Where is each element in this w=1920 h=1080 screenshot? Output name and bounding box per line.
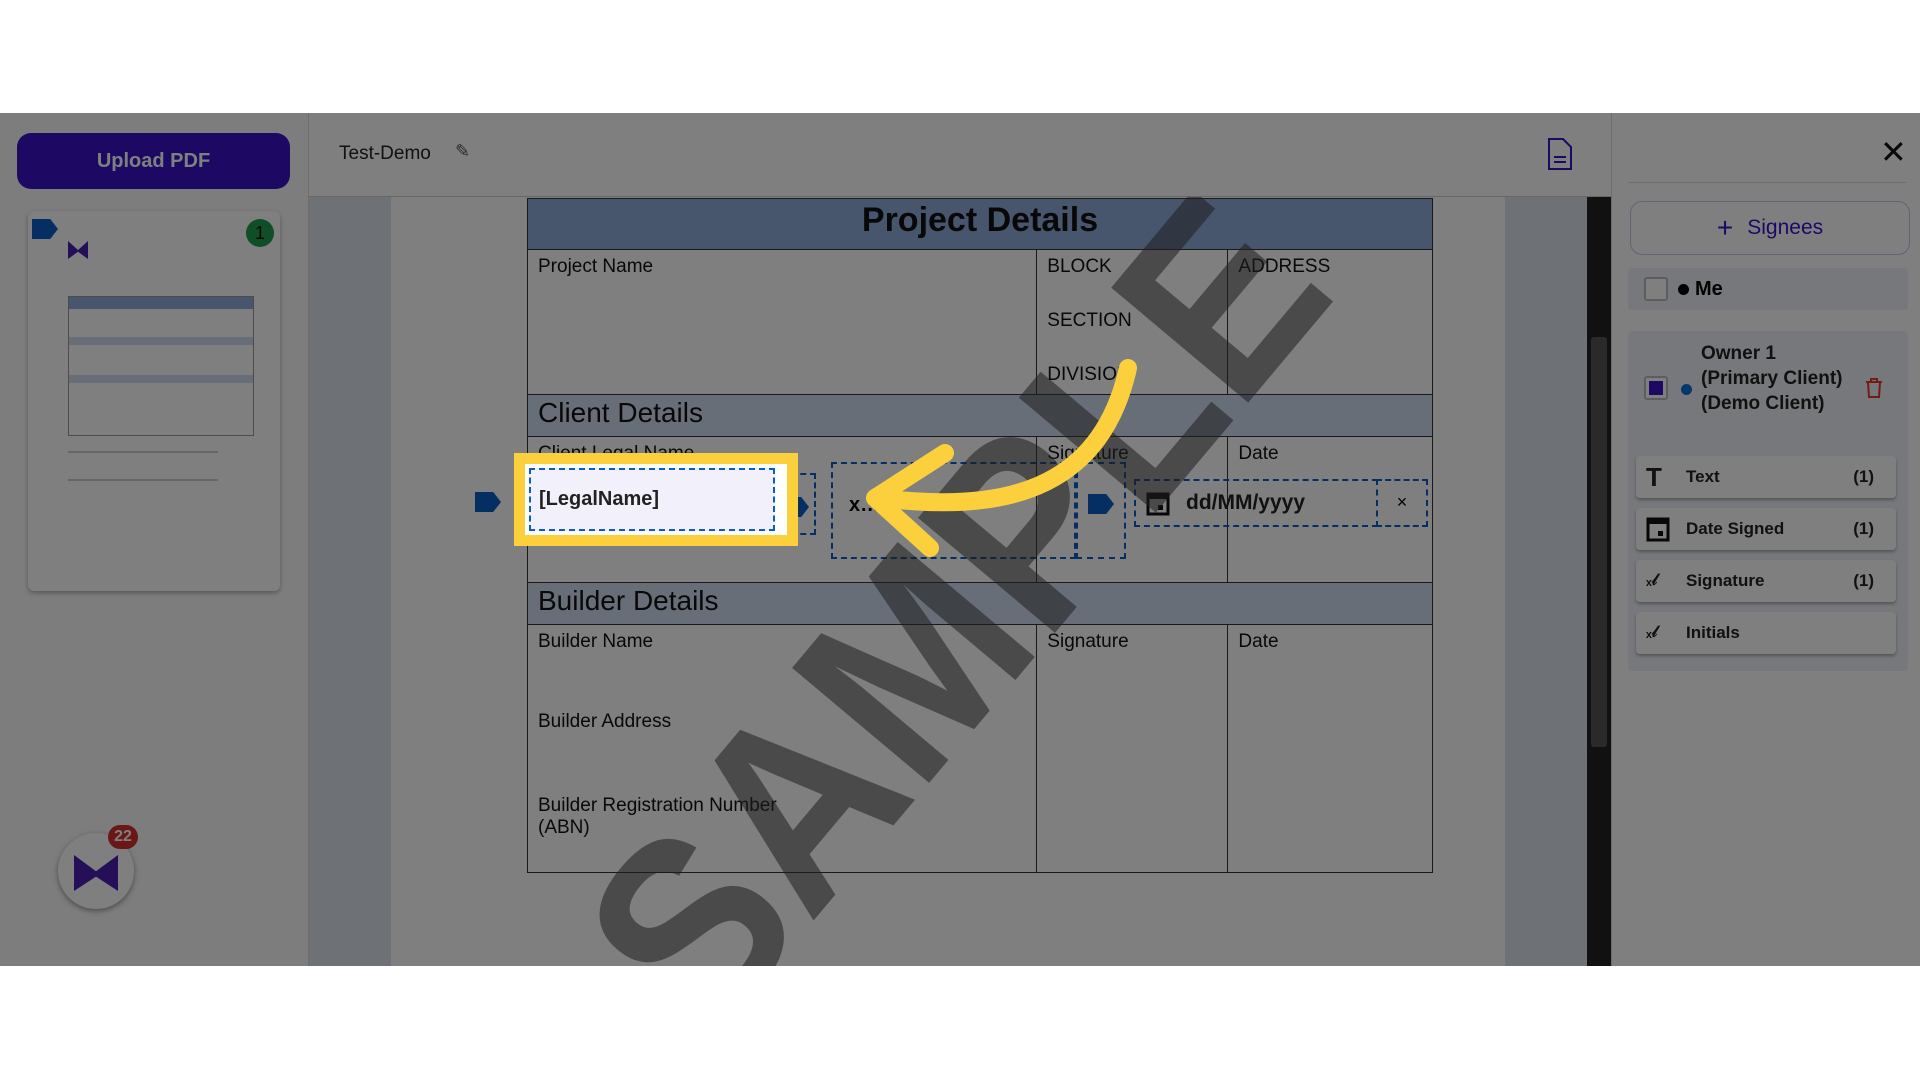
trash-icon[interactable]: [1864, 377, 1884, 399]
item-count: (1): [1853, 519, 1874, 538]
logo-icon: [68, 241, 88, 259]
add-signees-label: Signees: [1747, 216, 1824, 239]
upload-pdf-button[interactable]: Upload PDF: [17, 133, 290, 189]
page-badge: 1: [246, 219, 274, 247]
checkbox[interactable]: [1644, 376, 1668, 400]
scrollbar-thumb[interactable]: [1591, 337, 1607, 747]
app-launcher[interactable]: 22: [58, 825, 138, 909]
signee-name: Owner 1 (Primary Client) (Demo Client): [1701, 343, 1843, 414]
field-tag-icon: [475, 492, 501, 512]
pdf-page: Project Details Project Name BLOCK SECTIO…: [391, 197, 1505, 966]
item-label: Text: [1686, 467, 1720, 486]
color-dot: [1681, 384, 1692, 395]
date-field[interactable]: dd/MM/yyyy: [1134, 479, 1378, 527]
item-count: (1): [1853, 467, 1874, 486]
signees-panel: ✕ + Signees Me Owner 1 (Primary Client) (…: [1611, 113, 1920, 966]
builder-name-label: Builder Name: [538, 631, 654, 652]
plus-icon: +: [1716, 212, 1734, 243]
field-item-date-signed[interactable]: Date Signed (1): [1636, 508, 1896, 550]
edit-icon[interactable]: ✎: [455, 141, 470, 162]
document-icon[interactable]: [1547, 137, 1573, 171]
division-label: DIVISION: [1047, 364, 1131, 385]
item-label: Signature: [1686, 571, 1765, 590]
project-details-heading: Project Details: [527, 198, 1433, 250]
notification-badge: 22: [108, 825, 138, 849]
address-label: ADDRESS: [1227, 249, 1433, 395]
logo-icon: [74, 855, 118, 891]
signee-name: Me: [1695, 277, 1723, 300]
date-placeholder: dd/MM/yyyy: [1186, 491, 1306, 514]
legalname-value: [LegalName]: [539, 488, 660, 510]
header: Test-Demo ✎: [309, 113, 1611, 197]
close-icon[interactable]: ✕: [1880, 133, 1907, 171]
calendar-icon: [1646, 517, 1670, 542]
document-title: Test-Demo: [339, 143, 431, 164]
scrollbar[interactable]: [1587, 197, 1611, 966]
project-name-label: Project Name: [526, 249, 1038, 395]
signee-me[interactable]: Me: [1628, 268, 1908, 310]
field-item-signature[interactable]: ₓ𝓁 Signature (1): [1636, 560, 1896, 602]
builder-reg-label: Builder Registration Number (ABN): [538, 795, 777, 838]
signature-icon: x…: [849, 494, 881, 516]
left-sidebar: Upload PDF 1 22: [0, 113, 309, 966]
app: Upload PDF 1 22 Test-Demo ✎ Project Deta…: [0, 113, 1920, 966]
section-label: SECTION: [1047, 310, 1132, 331]
builder-signature-label: Signature: [1036, 624, 1229, 873]
builder-date-label: Date: [1227, 624, 1433, 873]
thumb-terms: [68, 451, 218, 481]
builder-details-heading: Builder Details: [527, 582, 1433, 625]
legalname-field[interactable]: [LegalName]: [529, 468, 775, 531]
legalname-field-highlight[interactable]: [LegalName]: [514, 453, 798, 546]
thumb-table: [68, 296, 254, 436]
signature-icon: ₓ𝓁: [1646, 572, 1658, 589]
color-dot: [1678, 283, 1689, 295]
field-tag-icon: [32, 219, 58, 239]
field-item-initials[interactable]: ₓ𝓁 Initials: [1636, 612, 1896, 654]
item-label: Date Signed: [1686, 519, 1785, 538]
calendar-icon: [1146, 492, 1170, 516]
checkbox[interactable]: [1644, 277, 1668, 301]
initials-icon: ₓ𝓁: [1646, 624, 1658, 641]
document-viewer: Project Details Project Name BLOCK SECTIO…: [309, 197, 1587, 966]
client-details-heading: Client Details: [527, 394, 1433, 437]
builder-address-label: Builder Address: [538, 711, 672, 732]
signature-field[interactable]: x…: [831, 462, 1076, 559]
divider: [1628, 182, 1906, 183]
field-item-text[interactable]: T Text (1): [1636, 456, 1896, 498]
add-signees-button[interactable]: + Signees: [1630, 201, 1910, 255]
date-clear-button[interactable]: ×: [1376, 479, 1428, 527]
page-thumbnail[interactable]: 1: [28, 211, 280, 591]
item-label: Initials: [1686, 623, 1740, 642]
block-label: BLOCK: [1047, 256, 1112, 277]
item-count: (1): [1853, 571, 1874, 590]
text-icon: T: [1646, 461, 1662, 492]
